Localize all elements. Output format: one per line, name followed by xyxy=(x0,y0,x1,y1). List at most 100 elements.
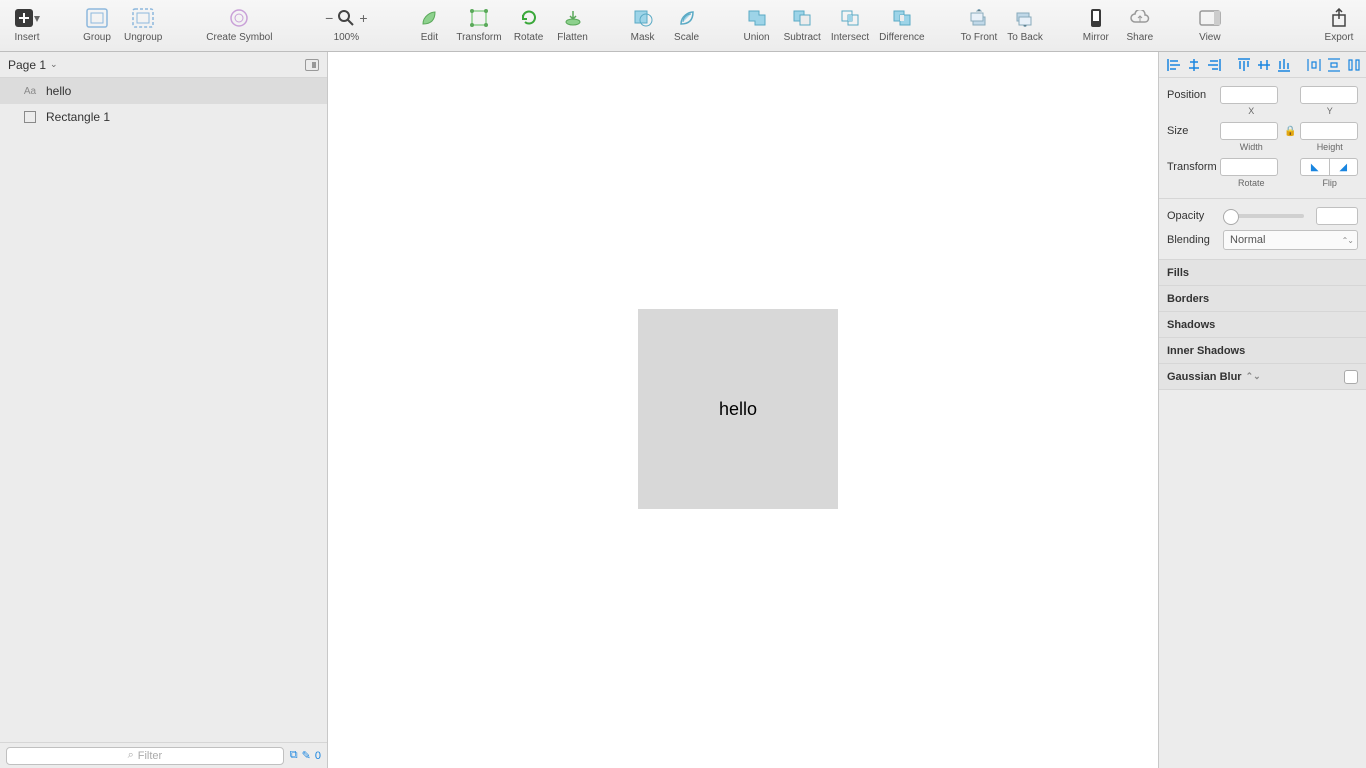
align-bottom-icon[interactable] xyxy=(1275,57,1293,73)
bring-front-icon xyxy=(965,6,993,30)
cloud-upload-icon xyxy=(1126,6,1154,30)
mirror-button[interactable]: Mirror xyxy=(1075,4,1117,45)
gaussian-blur-header[interactable]: Gaussian Blur ⌃⌄ xyxy=(1159,364,1366,390)
union-icon xyxy=(743,6,771,30)
align-right-icon[interactable] xyxy=(1205,57,1223,73)
align-left-icon[interactable] xyxy=(1165,57,1183,73)
opacity-label: Opacity xyxy=(1167,210,1223,222)
slice-icon[interactable]: ✎ xyxy=(302,749,311,762)
layers-panel: Page 1 ⌄ Aa hello Rectangle 1 ⌕ Filter ⧉… xyxy=(0,52,328,768)
borders-header[interactable]: Borders xyxy=(1159,286,1366,312)
group-button[interactable]: Group xyxy=(76,4,118,45)
filter-input[interactable]: ⌕ Filter xyxy=(6,747,284,765)
rect-layer-icon xyxy=(22,110,38,124)
size-label: Size xyxy=(1167,125,1220,137)
flatten-button[interactable]: Flatten xyxy=(552,4,594,45)
copy-icon[interactable]: ⧉ xyxy=(290,749,298,762)
scale-icon xyxy=(673,6,701,30)
layer-item-rect[interactable]: Rectangle 1 xyxy=(0,104,327,130)
text-layer-icon: Aa xyxy=(22,84,38,98)
distribute-v-icon[interactable] xyxy=(1325,57,1343,73)
export-icon xyxy=(1325,6,1353,30)
to-front-button[interactable]: To Front xyxy=(957,4,1002,45)
chevron-down-icon: ⌄ xyxy=(50,59,58,70)
align-top-icon[interactable] xyxy=(1235,57,1253,73)
difference-button[interactable]: Difference xyxy=(875,4,928,45)
layer-list: Aa hello Rectangle 1 xyxy=(0,78,327,742)
mirror-icon xyxy=(1082,6,1110,30)
scale-button[interactable]: Scale xyxy=(666,4,708,45)
toolbar: Insert Group Ungroup Create Symbol −+ 10… xyxy=(0,0,1366,52)
export-button[interactable]: Export xyxy=(1318,4,1360,45)
transform-label: Transform xyxy=(1167,161,1220,173)
mask-button[interactable]: Mask xyxy=(622,4,664,45)
y-input[interactable] xyxy=(1300,86,1358,104)
position-label: Position xyxy=(1167,89,1220,101)
search-icon: ⌕ xyxy=(128,749,134,762)
height-input[interactable] xyxy=(1300,122,1358,140)
ungroup-button[interactable]: Ungroup xyxy=(120,4,166,45)
distribute-h-icon[interactable] xyxy=(1305,57,1323,73)
transform-button[interactable]: Transform xyxy=(452,4,505,45)
blending-label: Blending xyxy=(1167,234,1223,246)
opacity-input[interactable] xyxy=(1316,207,1358,225)
mask-icon xyxy=(629,6,657,30)
panel-toggle-icon[interactable] xyxy=(305,59,319,71)
to-back-button[interactable]: To Back xyxy=(1003,4,1047,45)
send-back-icon xyxy=(1011,6,1039,30)
canvas-text[interactable]: hello xyxy=(719,399,757,420)
shadows-header[interactable]: Shadows xyxy=(1159,312,1366,338)
alignment-row xyxy=(1159,52,1366,78)
zoom-control[interactable]: −+ 100% xyxy=(312,4,380,45)
rotate-icon xyxy=(515,6,543,30)
symbol-icon xyxy=(225,6,253,30)
flip-h-icon[interactable]: ◣ xyxy=(1301,159,1330,175)
plus-icon xyxy=(13,6,41,30)
filter-bar: ⌕ Filter ⧉ ✎ 0 xyxy=(0,742,327,768)
flatten-icon xyxy=(559,6,587,30)
group-icon xyxy=(83,6,111,30)
ungroup-icon xyxy=(129,6,157,30)
canvas-rectangle[interactable]: hello xyxy=(638,309,838,509)
align-vcenter-icon[interactable] xyxy=(1255,57,1273,73)
union-button[interactable]: Union xyxy=(736,4,778,45)
filter-count: 0 xyxy=(315,750,321,762)
page-name: Page 1 xyxy=(8,58,46,72)
transform-icon xyxy=(465,6,493,30)
rotate-button[interactable]: Rotate xyxy=(508,4,550,45)
chevron-updown-icon: ⌃⌄ xyxy=(1246,371,1261,382)
share-button[interactable]: Share xyxy=(1119,4,1161,45)
inner-shadows-header[interactable]: Inner Shadows xyxy=(1159,338,1366,364)
view-button[interactable]: View xyxy=(1189,4,1231,45)
difference-icon xyxy=(888,6,916,30)
width-input[interactable] xyxy=(1220,122,1278,140)
subtract-button[interactable]: Subtract xyxy=(780,4,825,45)
subtract-icon xyxy=(788,6,816,30)
lock-icon[interactable]: 🔒 xyxy=(1284,126,1294,137)
pages-selector[interactable]: Page 1 ⌄ xyxy=(0,52,327,78)
opacity-slider[interactable] xyxy=(1223,214,1304,218)
intersect-button[interactable]: Intersect xyxy=(827,4,873,45)
canvas[interactable]: hello xyxy=(328,52,1158,768)
create-symbol-button[interactable]: Create Symbol xyxy=(194,4,284,45)
flip-v-icon[interactable]: ◢ xyxy=(1330,159,1358,175)
appearance-section: Opacity Blending Normal xyxy=(1159,199,1366,260)
fills-header[interactable]: Fills xyxy=(1159,260,1366,286)
flip-control[interactable]: ◣◢ xyxy=(1300,158,1358,176)
leaf-icon xyxy=(415,6,443,30)
blending-select[interactable]: Normal xyxy=(1223,230,1358,250)
distribute-spacing-icon[interactable] xyxy=(1345,57,1363,73)
align-hcenter-icon[interactable] xyxy=(1185,57,1203,73)
blur-checkbox[interactable] xyxy=(1344,370,1358,384)
magnifier-icon: −+ xyxy=(316,6,376,30)
intersect-icon xyxy=(836,6,864,30)
geometry-section: Position XY Size 🔒 WidthHeight Transform xyxy=(1159,78,1366,199)
inspector-panel: Position XY Size 🔒 WidthHeight Transform xyxy=(1158,52,1366,768)
rotate-input[interactable] xyxy=(1220,158,1278,176)
insert-button[interactable]: Insert xyxy=(6,4,48,45)
layer-name: Rectangle 1 xyxy=(46,110,110,124)
layer-name: hello xyxy=(46,84,71,98)
layer-item-text[interactable]: Aa hello xyxy=(0,78,327,104)
x-input[interactable] xyxy=(1220,86,1278,104)
edit-button[interactable]: Edit xyxy=(408,4,450,45)
